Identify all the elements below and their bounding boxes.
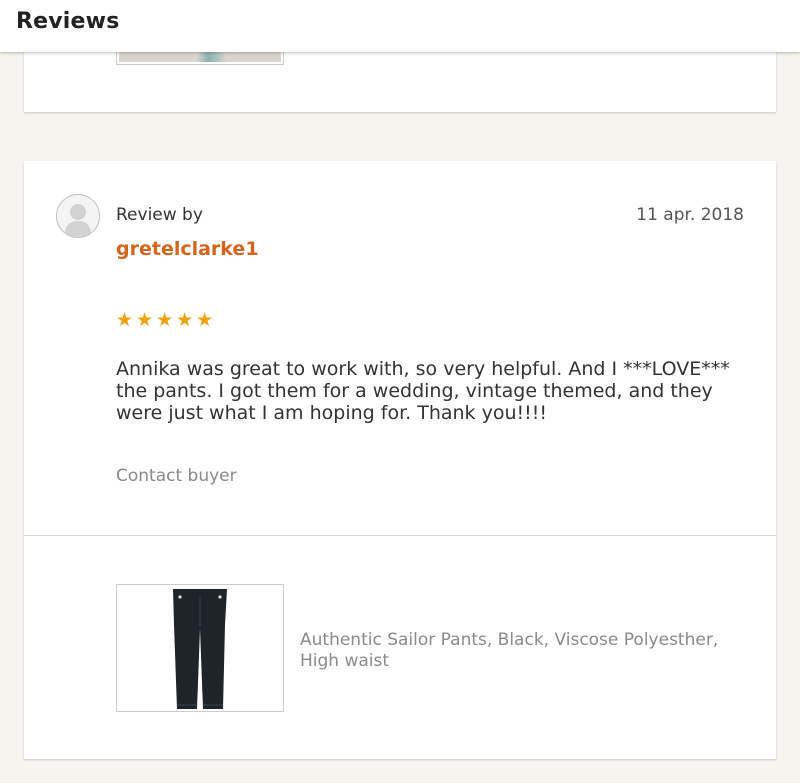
pants-image xyxy=(117,585,283,711)
review-text: Annika was great to work with, so very h… xyxy=(116,358,730,424)
review-by-label: Review by xyxy=(116,205,203,225)
star-rating: ★★★★★ xyxy=(116,309,217,331)
app-header: Reviews xyxy=(0,0,800,52)
product-thumbnail[interactable] xyxy=(116,584,284,712)
reviewer-username-link[interactable]: gretelclarke1 xyxy=(116,238,259,260)
contact-buyer-link[interactable]: Contact buyer xyxy=(116,466,237,486)
review-card: Review by 11 apr. 2018 gretelclarke1 ★★★… xyxy=(24,161,776,759)
product-title-link[interactable]: Authentic Sailor Pants, Black, Viscose P… xyxy=(300,630,740,672)
review-date: 11 apr. 2018 xyxy=(636,205,744,225)
user-avatar-icon[interactable] xyxy=(56,194,100,238)
page-title: Reviews xyxy=(16,9,120,34)
divider xyxy=(24,535,776,536)
